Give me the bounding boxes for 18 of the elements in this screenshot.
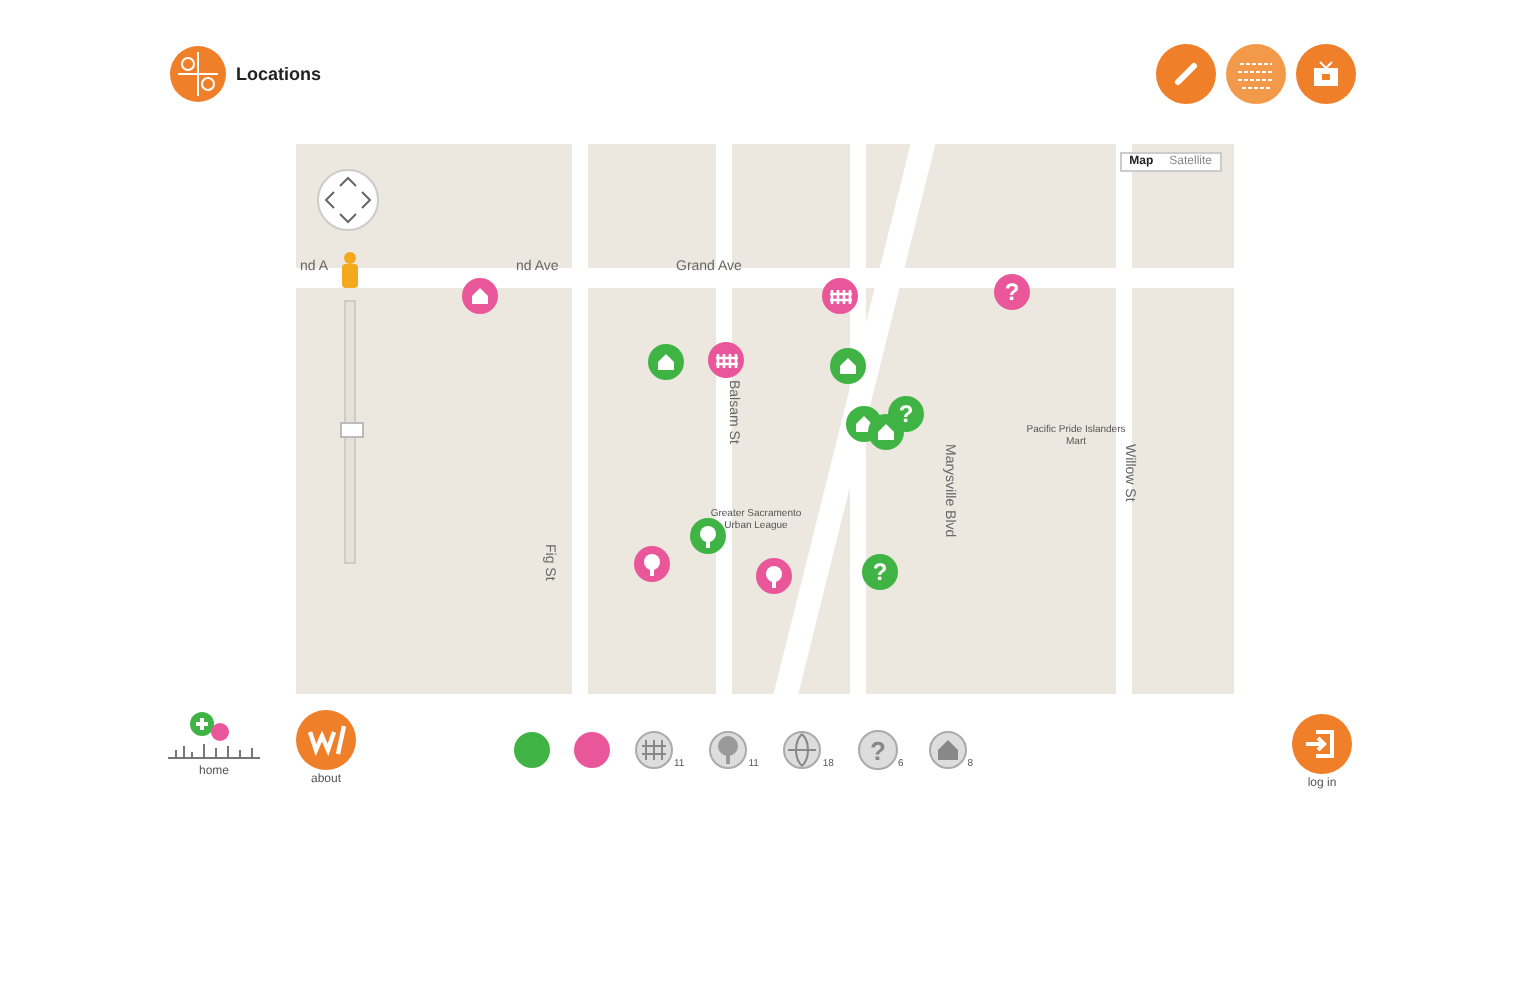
tree-marker-icon[interactable] bbox=[690, 518, 726, 554]
house-marker-icon[interactable] bbox=[830, 348, 866, 384]
tv-button[interactable] bbox=[1296, 44, 1356, 104]
tree-marker-icon[interactable] bbox=[756, 558, 792, 594]
house-marker-icon[interactable] bbox=[648, 344, 684, 380]
pegman-icon[interactable] bbox=[340, 252, 360, 288]
color-filter-button[interactable] bbox=[514, 732, 550, 768]
pencil-icon bbox=[1172, 60, 1200, 88]
color-filter-button[interactable] bbox=[574, 732, 610, 768]
edit-button[interactable] bbox=[1156, 44, 1216, 104]
house-marker-icon[interactable] bbox=[462, 278, 498, 314]
pattern-button[interactable] bbox=[1226, 44, 1286, 104]
pan-control-icon[interactable] bbox=[316, 168, 380, 232]
tree-marker-icon[interactable] bbox=[634, 546, 670, 582]
tv-icon bbox=[1310, 58, 1342, 90]
globe-logo-icon bbox=[168, 44, 228, 104]
fence-marker-icon[interactable] bbox=[708, 342, 744, 378]
page-title: Locations bbox=[236, 64, 322, 84]
